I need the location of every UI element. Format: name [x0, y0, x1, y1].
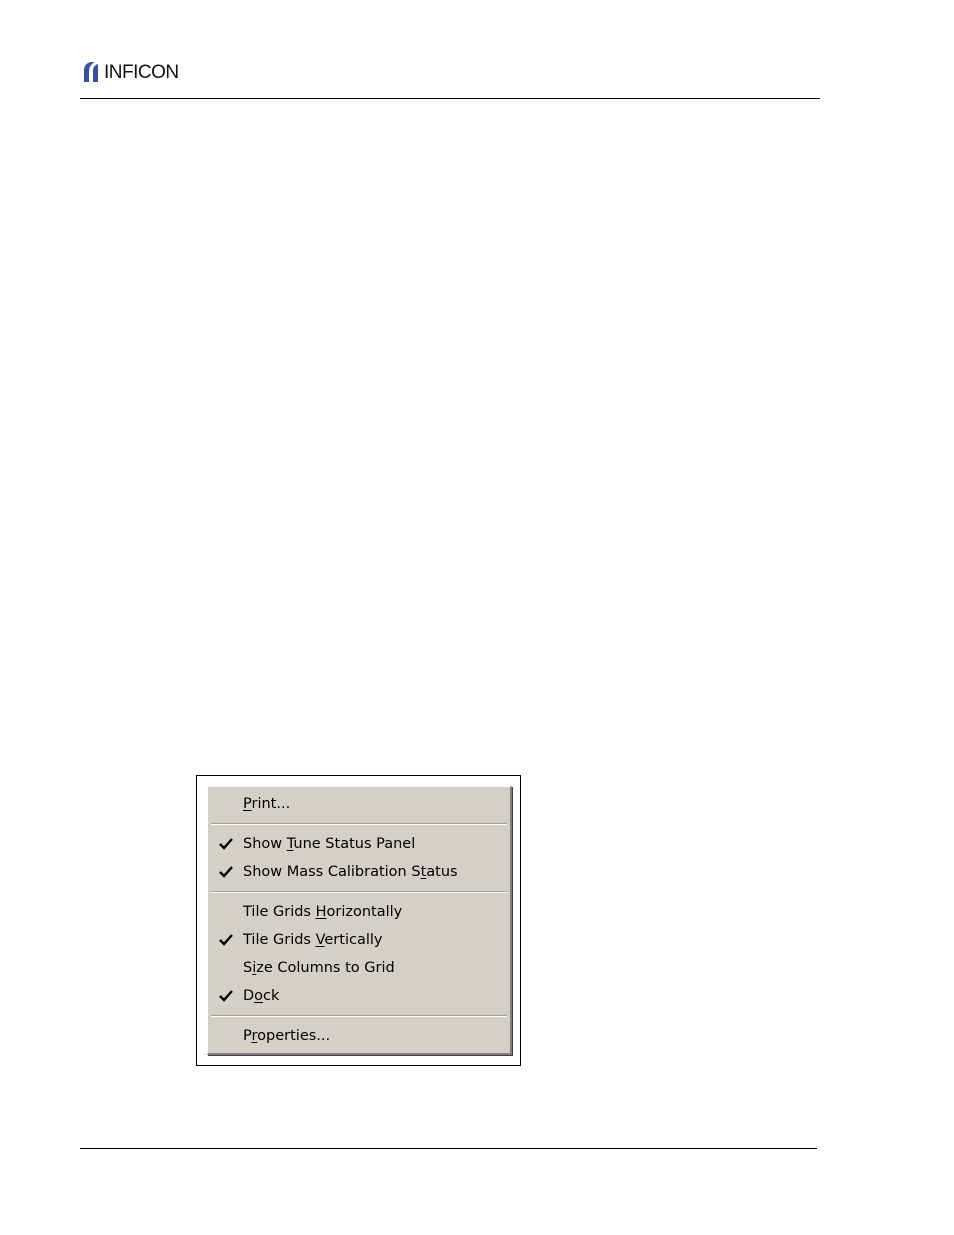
header-rule — [80, 98, 820, 99]
context-menu: Print... Show Tune Status Panel Show Mass … — [207, 786, 512, 1055]
menu-separator — [211, 823, 507, 825]
menu-item-dock[interactable]: Dock — [208, 982, 510, 1010]
figure-frame: Print... Show Tune Status Panel Show Mass … — [196, 775, 521, 1066]
menu-item-print[interactable]: Print... — [208, 790, 510, 818]
menu-item-label: Show Mass Calibration Status — [243, 864, 458, 880]
menu-item-show-tune-status-panel[interactable]: Show Tune Status Panel — [208, 830, 510, 858]
menu-item-label: Dock — [243, 988, 280, 1004]
checkmark-icon — [219, 934, 233, 946]
menu-item-label: Tile Grids Vertically — [243, 932, 383, 948]
brand-name: INFICON — [104, 61, 179, 83]
menu-separator — [211, 1015, 507, 1017]
checkmark-icon — [219, 838, 233, 850]
menu-item-label: Tile Grids Horizontally — [243, 904, 403, 920]
inficon-logo: INFICON — [80, 58, 179, 86]
menu-item-tile-grids-vertically[interactable]: Tile Grids Vertically — [208, 926, 510, 954]
footer-rule — [80, 1148, 817, 1149]
checkmark-icon — [219, 990, 233, 1002]
checkmark-icon — [219, 866, 233, 878]
menu-item-label: Properties... — [243, 1028, 331, 1044]
menu-item-show-mass-calibration-status[interactable]: Show Mass Calibration Status — [208, 858, 510, 886]
menu-item-label: Size Columns to Grid — [243, 960, 395, 976]
inficon-logo-mark-icon — [84, 62, 98, 82]
menu-item-tile-grids-horizontally[interactable]: Tile Grids Horizontally — [208, 898, 510, 926]
menu-item-size-columns-to-grid[interactable]: Size Columns to Grid — [208, 954, 510, 982]
menu-item-properties[interactable]: Properties... — [208, 1022, 510, 1050]
menu-item-label: Show Tune Status Panel — [243, 836, 416, 852]
menu-item-label: Print... — [243, 796, 291, 812]
menu-separator — [211, 891, 507, 893]
